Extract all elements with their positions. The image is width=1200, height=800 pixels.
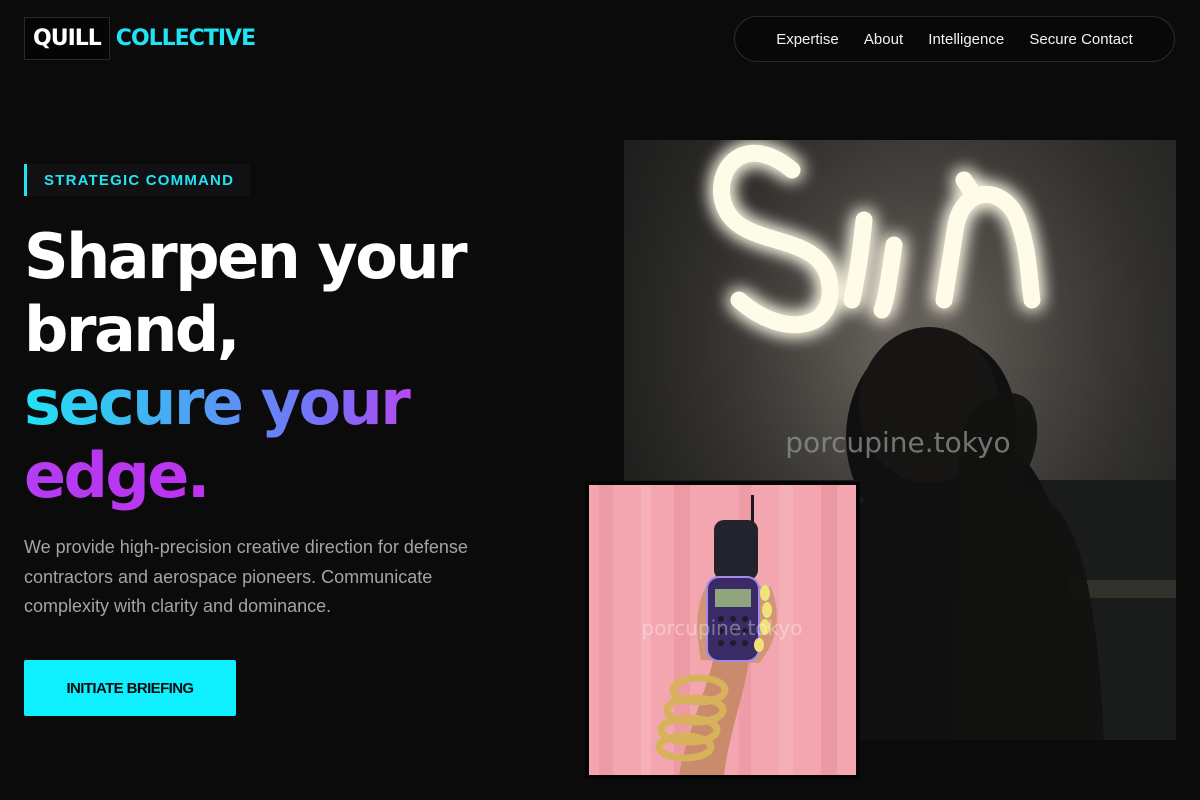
inset-photo-watermark: porcupine.tokyo bbox=[642, 616, 803, 640]
brand-logo[interactable]: QUILL COLLECTIVE bbox=[24, 17, 256, 60]
hero-description: We provide high-precision creative direc… bbox=[24, 537, 468, 616]
headline-line-4: edge. bbox=[24, 439, 584, 512]
main-nav: Expertise About Intelligence Secure Cont… bbox=[734, 16, 1175, 62]
flip-phone-illustration: porcupine.tokyo bbox=[589, 485, 856, 775]
logo-box-word: QUILL bbox=[24, 17, 110, 60]
inset-photo-flip-phone: porcupine.tokyo bbox=[585, 481, 860, 779]
nav-link-about[interactable]: About bbox=[864, 31, 903, 48]
headline-line-3: secure your bbox=[24, 366, 584, 439]
section-tag: STRATEGIC COMMAND bbox=[24, 164, 251, 196]
nav-link-intelligence[interactable]: Intelligence bbox=[928, 31, 1004, 48]
hero-headline: Sharpen your brand, secure your edge. bbox=[24, 220, 584, 512]
headline-line-2: brand, bbox=[24, 293, 240, 366]
nav-link-secure-contact[interactable]: Secure Contact bbox=[1029, 31, 1132, 48]
main-photo-watermark: porcupine.tokyo bbox=[785, 426, 1010, 459]
initiate-briefing-button[interactable]: INITIATE BRIEFING bbox=[24, 660, 236, 716]
logo-accent-word: COLLECTIVE bbox=[115, 26, 256, 51]
nav-link-expertise[interactable]: Expertise bbox=[776, 31, 839, 48]
headline-line-1: Sharpen your bbox=[24, 220, 468, 293]
